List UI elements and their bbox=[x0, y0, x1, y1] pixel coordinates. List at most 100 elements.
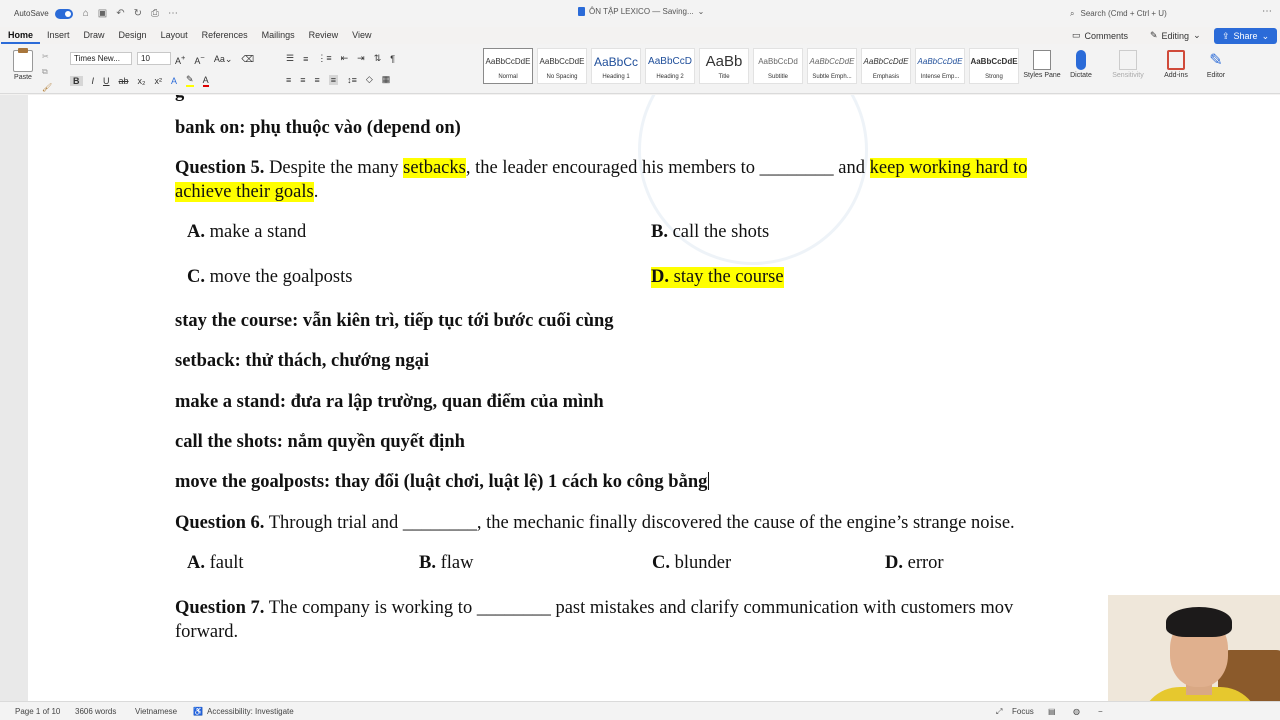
zoom-out-icon[interactable]: − bbox=[1098, 707, 1103, 716]
tab-design[interactable]: Design bbox=[112, 27, 154, 44]
option-letter: B. bbox=[651, 222, 668, 242]
option-text: move the goalposts bbox=[205, 267, 353, 287]
editor-button[interactable]: ✎ Editor bbox=[1196, 50, 1236, 79]
language[interactable]: Vietnamese bbox=[135, 707, 177, 716]
line-spacing-icon[interactable]: ↕≡ bbox=[347, 75, 357, 85]
font-name-select[interactable]: Times New... bbox=[70, 52, 132, 65]
shading-icon[interactable]: ◇ bbox=[366, 74, 373, 85]
sensitivity-label: Sensitivity bbox=[1112, 72, 1144, 79]
change-case-icon[interactable]: Aa⌄ bbox=[214, 54, 233, 65]
strikethrough-icon[interactable]: ab bbox=[119, 76, 129, 86]
style-emphasis[interactable]: AaBbCcDdE Emphasis bbox=[861, 48, 911, 84]
search-input[interactable]: ⌕ Search (Cmd + Ctrl + U) bbox=[1064, 5, 1252, 22]
add-ins-button[interactable]: Add-ins bbox=[1156, 50, 1196, 79]
align-right-icon[interactable]: ≡ bbox=[315, 75, 320, 85]
borders-icon[interactable]: ▦ bbox=[382, 74, 391, 85]
question-5: Question 5. Despite the many setbacks, t… bbox=[175, 158, 1028, 179]
tab-mailings[interactable]: Mailings bbox=[255, 27, 302, 44]
share-icon: ⇪ bbox=[1222, 30, 1230, 41]
style-subtle-emphasis[interactable]: AaBbCcDdE Subtle Emph... bbox=[807, 48, 857, 84]
subscript-icon[interactable]: x₂ bbox=[138, 76, 146, 86]
tab-draw[interactable]: Draw bbox=[77, 27, 112, 44]
undo-icon[interactable]: ↶ bbox=[116, 8, 124, 19]
increase-indent-icon[interactable]: ⇥ bbox=[357, 53, 365, 64]
align-center-icon[interactable]: ≡ bbox=[300, 75, 305, 85]
style-subtitle[interactable]: AaBbCcDd Subtitle bbox=[753, 48, 803, 84]
multilevel-list-icon[interactable]: ⋮≡ bbox=[317, 53, 331, 64]
chevron-down-icon: ⌄ bbox=[1261, 30, 1270, 41]
bold-icon[interactable]: B bbox=[70, 75, 83, 86]
tab-home[interactable]: Home bbox=[1, 27, 41, 44]
option-a: A. make a stand bbox=[187, 222, 306, 243]
option-text: blunder bbox=[670, 553, 732, 573]
page-count[interactable]: Page 1 of 10 bbox=[15, 707, 60, 716]
style-strong[interactable]: AaBbCcDdE Strong bbox=[969, 48, 1019, 84]
justify-icon[interactable]: ≡ bbox=[328, 74, 339, 85]
style-normal[interactable]: AaBbCcDdE Normal bbox=[483, 48, 533, 84]
tab-insert[interactable]: Insert bbox=[40, 27, 77, 44]
document-page[interactable]: g bank on: phụ thuộc vào (depend on) Que… bbox=[28, 95, 1280, 701]
style-name: Intense Emp... bbox=[920, 74, 960, 80]
styles-pane-button[interactable]: Styles Pane bbox=[1022, 50, 1062, 79]
shrink-font-icon[interactable]: A− bbox=[194, 53, 204, 66]
comments-button[interactable]: ▭ Comments bbox=[1072, 27, 1128, 44]
tab-view[interactable]: View bbox=[345, 27, 378, 44]
more-icon[interactable]: ⋯ bbox=[168, 8, 178, 19]
style-name: Subtitle bbox=[767, 74, 788, 80]
superscript-icon[interactable]: x² bbox=[155, 76, 163, 86]
highlight-icon[interactable]: ✎ bbox=[186, 74, 194, 87]
style-no-spacing[interactable]: AaBbCcDdE No Spacing bbox=[537, 48, 587, 84]
style-title[interactable]: AaBb Title bbox=[699, 48, 749, 84]
option-letter: C. bbox=[187, 267, 205, 287]
sort-icon[interactable]: ⇅ bbox=[374, 53, 382, 64]
font-size-select[interactable]: 10 bbox=[137, 52, 171, 65]
tab-layout[interactable]: Layout bbox=[154, 27, 195, 44]
italic-icon[interactable]: I bbox=[92, 76, 95, 86]
autosave-toggle[interactable] bbox=[54, 8, 73, 19]
cut-icon[interactable]: ✂ bbox=[42, 52, 52, 61]
style-heading-2[interactable]: AaBbCcD Heading 2 bbox=[645, 48, 695, 84]
save-icon[interactable]: ▣ bbox=[98, 8, 107, 19]
word-count[interactable]: 3606 words bbox=[75, 707, 116, 716]
redo-icon[interactable]: ↻ bbox=[134, 8, 142, 19]
comment-icon: ▭ bbox=[1072, 30, 1081, 40]
document-canvas[interactable]: g bank on: phụ thuộc vào (depend on) Que… bbox=[0, 95, 1280, 701]
share-button[interactable]: ⇪ Share ⌄ bbox=[1214, 28, 1278, 44]
home-icon[interactable]: ⌂ bbox=[83, 8, 89, 19]
align-left-icon[interactable]: ≡ bbox=[286, 75, 291, 85]
font-color-icon[interactable]: A bbox=[202, 75, 209, 87]
web-layout-icon[interactable]: ◍ bbox=[1073, 707, 1080, 716]
print-icon[interactable]: ⎙ bbox=[151, 8, 159, 19]
decrease-indent-icon[interactable]: ⇤ bbox=[341, 53, 349, 64]
copy-icon[interactable]: ⧉ bbox=[42, 67, 52, 77]
format-painter-icon[interactable]: 🖌 bbox=[42, 83, 52, 92]
style-heading-1[interactable]: AaBbCc Heading 1 bbox=[591, 48, 641, 84]
more-options-icon[interactable]: ⋯ bbox=[1262, 6, 1272, 17]
underline-icon[interactable]: U bbox=[103, 76, 110, 86]
style-name: Heading 1 bbox=[602, 74, 630, 80]
print-layout-icon[interactable]: ▤ bbox=[1048, 707, 1056, 716]
sensitivity-button[interactable]: Sensitivity bbox=[1108, 50, 1148, 79]
dictate-button[interactable]: Dictate bbox=[1061, 50, 1101, 79]
numbering-icon[interactable]: ≡ bbox=[303, 54, 308, 64]
style-name: Emphasis bbox=[872, 74, 900, 80]
style-name: Normal bbox=[498, 74, 518, 80]
note-make-a-stand: make a stand: đưa ra lập trường, quan đi… bbox=[175, 392, 604, 412]
style-name: No Spacing bbox=[546, 74, 578, 80]
document-title[interactable]: ÔN TẬP LEXICO — Saving... ⌄ bbox=[578, 7, 704, 16]
tab-references[interactable]: References bbox=[195, 27, 255, 44]
bullets-icon[interactable]: ☰ bbox=[286, 53, 294, 64]
note-text: move the goalposts: thay đổi (luật chơi,… bbox=[175, 472, 708, 492]
focus-button[interactable]: Focus bbox=[1012, 707, 1034, 716]
style-preview: AaBbCcDd bbox=[758, 57, 798, 66]
text-effects-icon[interactable]: A bbox=[171, 76, 177, 86]
tab-review[interactable]: Review bbox=[302, 27, 346, 44]
pilcrow-icon[interactable]: ¶ bbox=[390, 54, 395, 64]
grow-font-icon[interactable]: A+ bbox=[175, 53, 185, 66]
editing-mode-button[interactable]: ✎ Editing ⌄ bbox=[1150, 27, 1201, 44]
editor-label: Editor bbox=[1206, 72, 1226, 79]
clear-formatting-icon[interactable]: ⌫ bbox=[241, 54, 254, 65]
accessibility-status[interactable]: Accessibility: Investigate bbox=[207, 707, 294, 716]
style-intense-emphasis[interactable]: AaBbCcDdE Intense Emp... bbox=[915, 48, 965, 84]
paste-button[interactable]: Paste bbox=[8, 48, 38, 81]
